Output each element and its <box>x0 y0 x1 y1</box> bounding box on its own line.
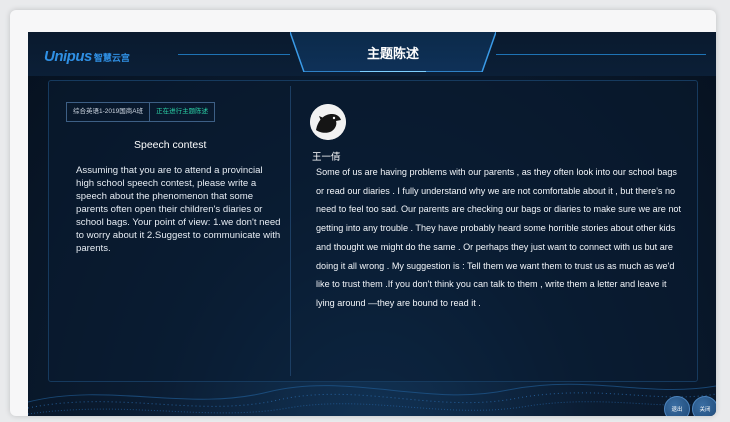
header-line-right <box>496 54 706 55</box>
header-line-left <box>178 54 290 55</box>
decorative-wave <box>28 383 716 415</box>
topic-description: Assuming that you are to attend a provin… <box>76 165 281 254</box>
main-screen: Unipus 智慧云宫 主题陈述 综合英语1-2019国商A班 正在进行主题陈述… <box>28 32 716 416</box>
app-window: Unipus 智慧云宫 主题陈述 综合英语1-2019国商A班 正在进行主题陈述… <box>10 10 716 416</box>
page-title: 主题陈述 <box>366 46 419 61</box>
author-name: 王一倩 <box>312 152 341 163</box>
crow-avatar-icon[interactable] <box>310 104 346 140</box>
topic-title: Speech contest <box>134 139 207 151</box>
close-button[interactable]: 关闭 <box>692 396 716 416</box>
exit-button[interactable]: 退出 <box>664 396 690 416</box>
logo: Unipus 智慧云宫 <box>44 48 130 66</box>
top-bar: Unipus 智慧云宫 主题陈述 <box>28 32 716 76</box>
logo-mark: Unipus <box>44 48 92 65</box>
logo-text: 智慧云宫 <box>93 53 130 63</box>
status-badge: 正在进行主题陈述 <box>156 108 209 115</box>
class-tag: 综合英语1-2019国商A班 <box>67 103 151 121</box>
answer-text: Some of us are having problems with our … <box>316 167 681 308</box>
topic-tags: 综合英语1-2019国商A班 正在进行主题陈述 <box>66 102 216 122</box>
column-divider <box>290 86 291 376</box>
avatar-image <box>310 104 346 140</box>
